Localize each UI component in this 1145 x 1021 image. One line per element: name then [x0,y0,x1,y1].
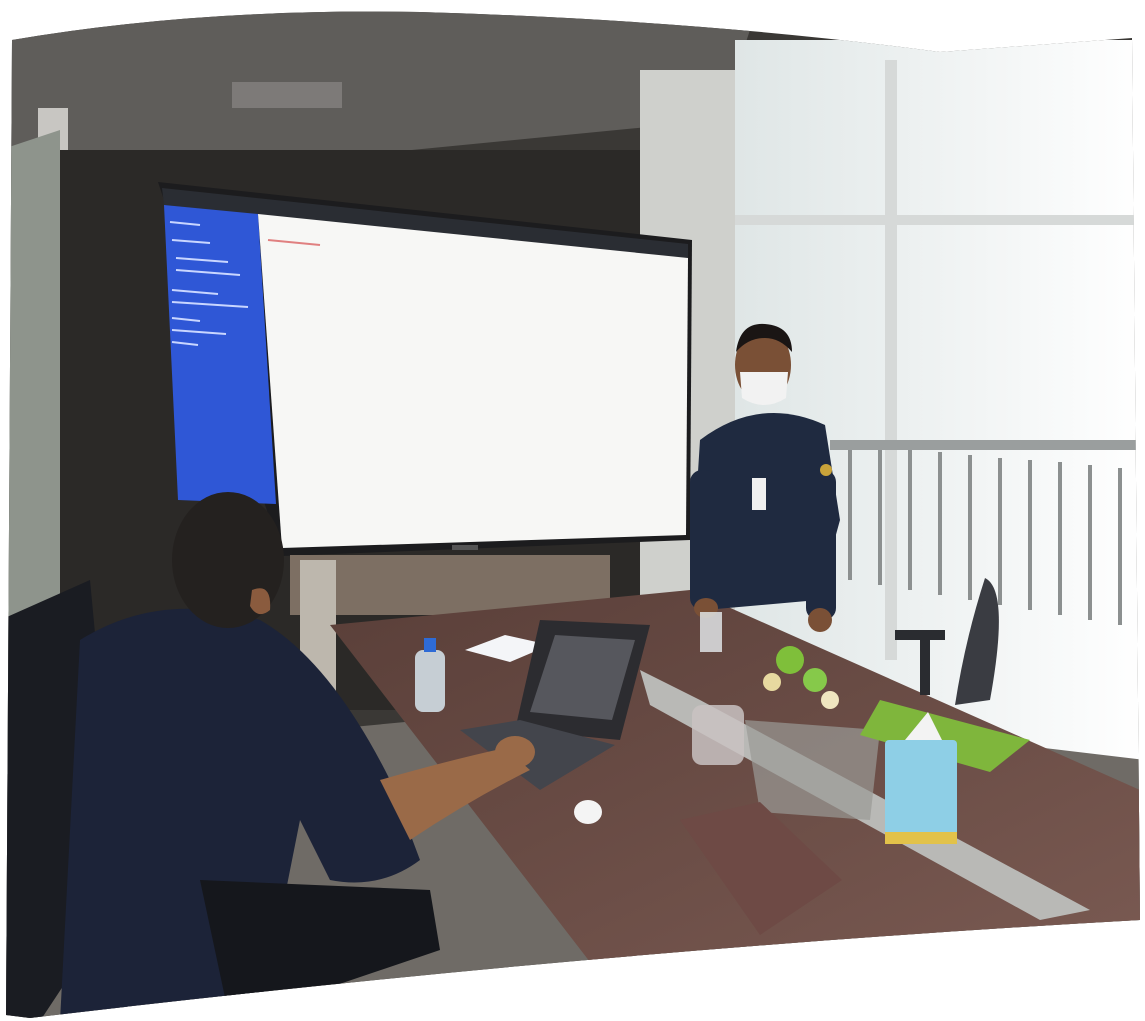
display-logo [452,545,478,550]
ceiling-vent [232,82,342,108]
seated-person-hand [495,736,535,768]
id-badge [752,478,766,510]
display-content [258,214,688,548]
window-mullion [885,60,897,660]
presenter-hand-right [808,608,832,632]
face-mask-icon [740,372,788,405]
window-transom [735,215,1140,225]
balcony-rail [830,440,1140,450]
meeting-room-photo [6,11,1140,1019]
plastic-cup [700,612,722,652]
seated-person-pants [200,880,440,1019]
shirt-logo [820,464,832,476]
presenter-arm-right [806,470,836,620]
seated-person-ear [250,588,271,615]
presenter-arm-left [690,470,718,610]
display-sidebar [164,205,276,504]
tissue-ball [574,800,602,824]
container-jar [692,705,744,765]
